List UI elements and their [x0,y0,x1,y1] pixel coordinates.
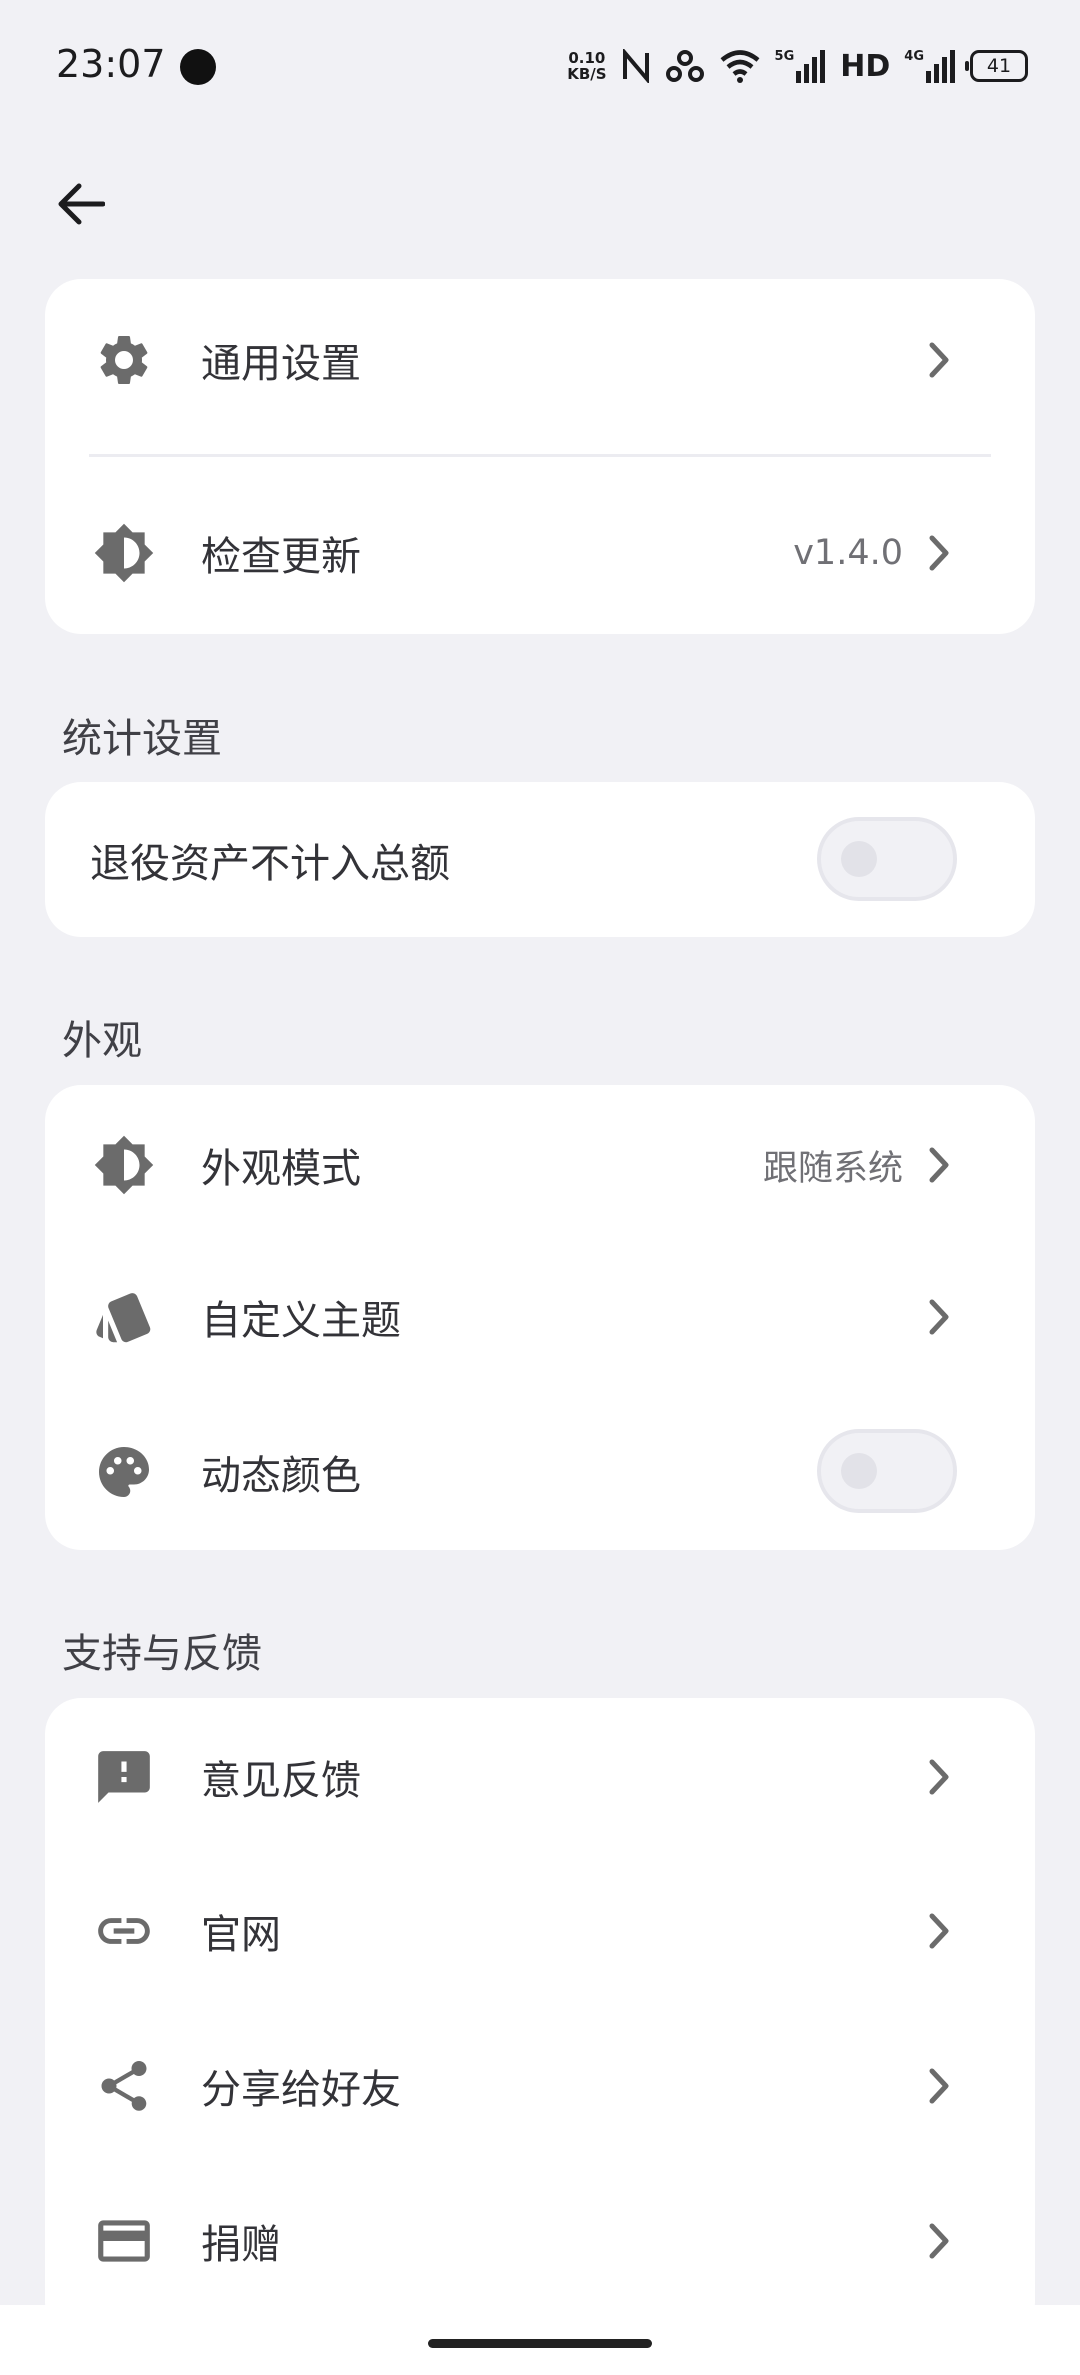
nfc-icon [621,49,651,83]
retired-assets-toggle[interactable] [817,817,957,901]
support-card: 意见反馈 官网 分享给好友 捐赠 [45,1698,1035,2338]
signal-5g-icon: 5G [775,49,827,83]
home-gesture-handle[interactable] [428,2339,652,2348]
chevron-right-icon [923,1295,955,1339]
stats-card: 退役资产不计入总额 [45,782,1035,937]
signal-5g-label: 5G [774,49,795,64]
general-settings-label: 通用设置 [201,341,361,387]
share-row[interactable]: 分享给好友 [45,2008,1035,2163]
donate-label: 捐赠 [201,2221,281,2268]
section-title-appearance: 外观 [62,1018,142,1064]
dynamic-color-row[interactable]: 动态颜色 [45,1394,1035,1549]
swatch-icon [91,1284,157,1350]
brightness-icon [91,1132,157,1198]
back-button[interactable] [44,168,116,240]
appearance-mode-row[interactable]: 外观模式 跟随系统 [45,1085,1035,1245]
credit-card-icon [91,2208,157,2274]
share-icon [91,2053,157,2119]
toggle-knob [841,841,877,877]
link-icon [91,1898,157,1964]
palette-icon [91,1439,157,1505]
chevron-right-icon [923,1909,955,1953]
brightness-icon [91,520,157,586]
battery-icon: 41 [965,50,1028,82]
custom-theme-label: 自定义主题 [201,1297,401,1344]
hotspot-icon [665,49,705,83]
version-value: v1.4.0 [793,533,903,573]
chevron-right-icon [923,1755,955,1799]
status-bar: 23:07 0.10 KB/S 5G HD 4G 41 [0,0,1080,132]
notification-dot-icon [180,49,216,85]
share-label: 分享给好友 [201,2066,401,2113]
appearance-mode-label: 外观模式 [201,1146,361,1192]
divider [89,454,991,457]
appearance-card: 外观模式 跟随系统 自定义主题 动态颜色 [45,1085,1035,1550]
general-settings-row[interactable]: 通用设置 [45,279,1035,441]
donate-row[interactable]: 捐赠 [45,2163,1035,2318]
dynamic-color-label: 动态颜色 [201,1452,361,1499]
custom-theme-row[interactable]: 自定义主题 [45,1239,1035,1394]
retired-assets-label: 退役资产不计入总额 [90,840,450,887]
signal-4g-label: 4G [904,49,924,64]
website-label: 官网 [201,1911,281,1958]
arrow-back-icon [58,183,105,225]
gear-icon [91,327,157,393]
network-speed-value: 0.10 [568,49,606,67]
chevron-right-icon [923,531,955,575]
battery-level: 41 [986,55,1012,77]
signal-4g-icon: 4G [904,49,956,83]
section-title-stats: 统计设置 [62,716,222,762]
network-speed: 0.10 KB/S [567,50,606,82]
navigation-bar [0,2305,1080,2375]
feedback-icon [91,1744,157,1810]
appearance-mode-value: 跟随系统 [762,1148,903,1189]
website-row[interactable]: 官网 [45,1853,1035,2008]
chevron-right-icon [923,1143,955,1187]
feedback-row[interactable]: 意见反馈 [45,1698,1035,1856]
toggle-knob [841,1453,877,1489]
wifi-icon [719,49,761,83]
dynamic-color-toggle[interactable] [817,1429,957,1513]
hd-label: HD [840,48,891,84]
network-speed-unit: KB/S [567,65,607,83]
check-update-label: 检查更新 [201,534,361,580]
chevron-right-icon [923,2219,955,2263]
general-card: 通用设置 检查更新 v1.4.0 [45,279,1035,634]
section-title-support: 支持与反馈 [62,1631,262,1677]
check-update-row[interactable]: 检查更新 v1.4.0 [45,472,1035,634]
retired-assets-row[interactable]: 退役资产不计入总额 [45,782,1035,937]
chevron-right-icon [923,338,955,382]
status-time: 23:07 [56,42,166,86]
feedback-label: 意见反馈 [201,1758,361,1804]
status-icons: 0.10 KB/S 5G HD 4G 41 [567,46,1028,86]
chevron-right-icon [923,2064,955,2108]
